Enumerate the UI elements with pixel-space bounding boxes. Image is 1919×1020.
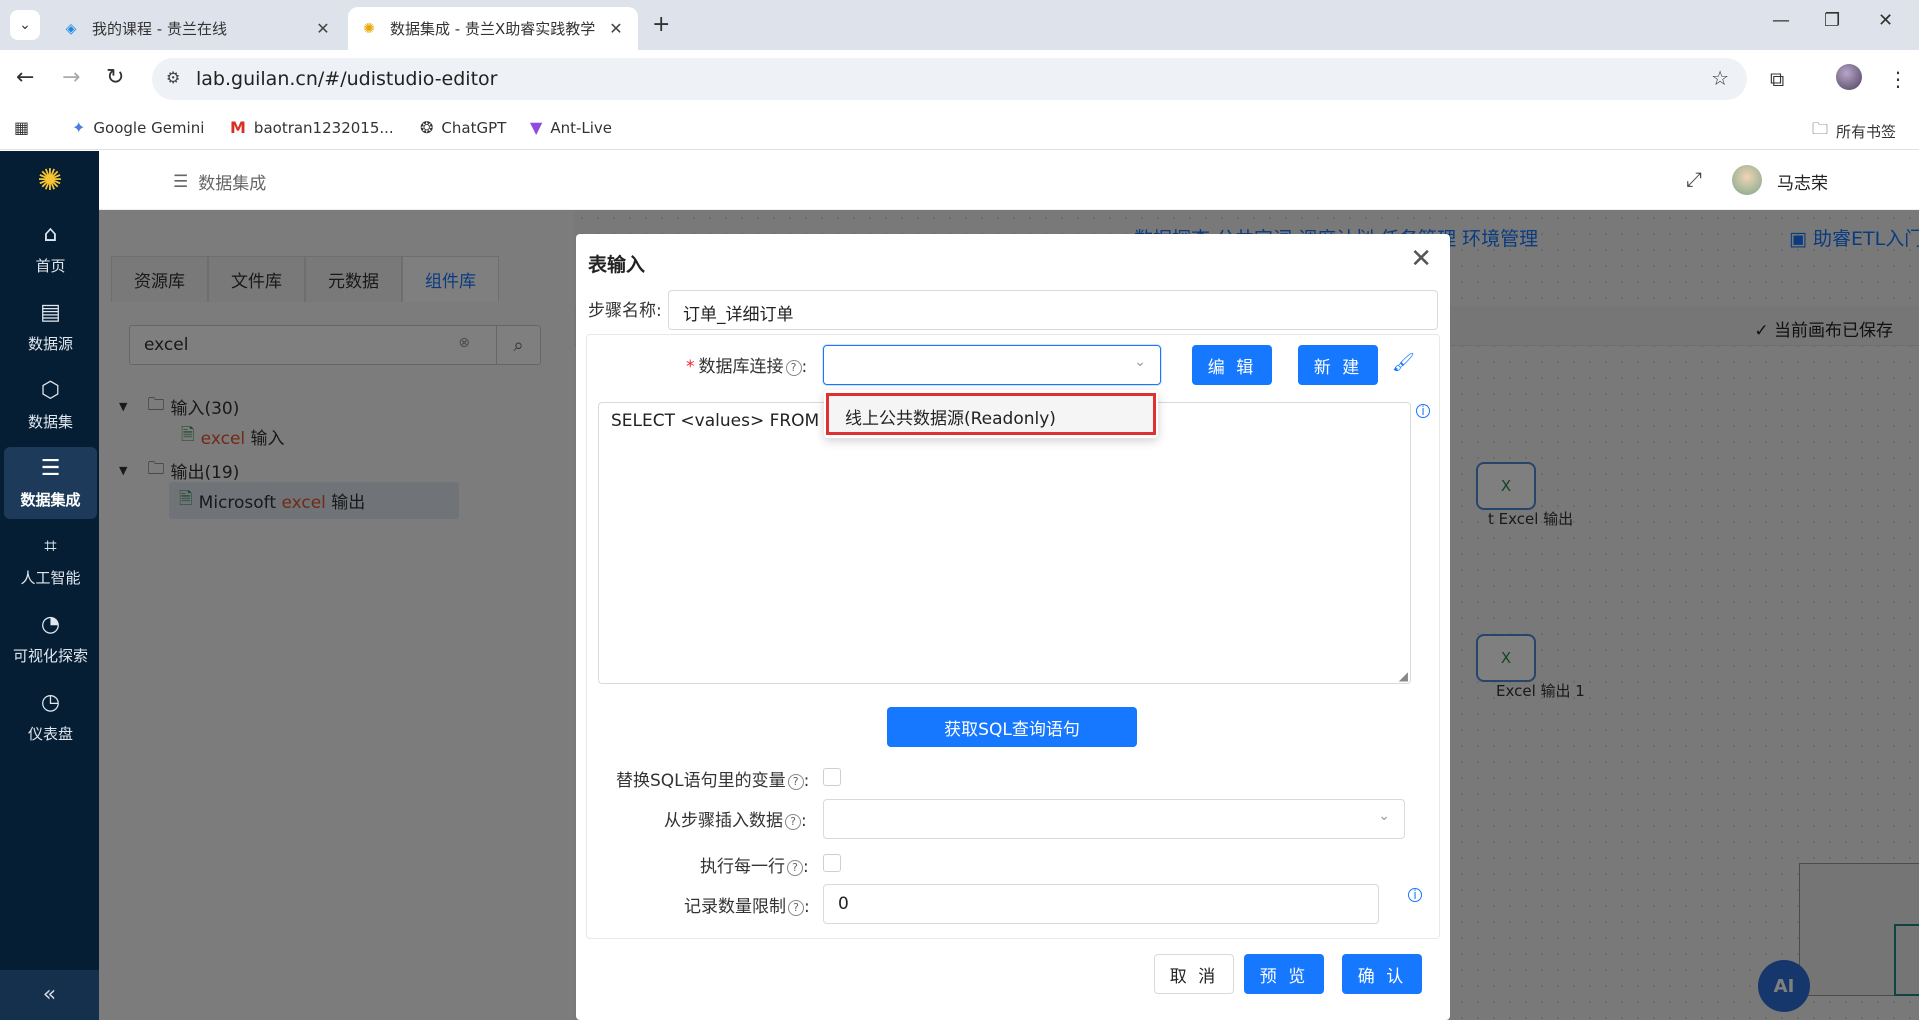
bookmark-chatgpt[interactable]: ❂ ChatGPT [420, 118, 506, 137]
tab-title: 数据集成 - 贵兰X助睿实践教学 [390, 20, 596, 38]
info-icon[interactable]: i [1416, 404, 1430, 418]
sidebar-item-ai[interactable]: ⌗ 人工智能 [4, 525, 97, 597]
help-icon[interactable]: ? [787, 860, 803, 876]
confirm-button[interactable]: 确 认 [1342, 954, 1422, 994]
app-sidebar: ✺ ⌂ 首页 ▤ 数据源 ⬡ 数据集 ☰ 数据集成 ⌗ 人工智能 ◔ 可视化探索… [0, 151, 99, 1020]
extensions-icon[interactable]: ⧉ [1770, 67, 1784, 91]
gauge-icon: ◷ [40, 690, 61, 715]
db-connection-dropdown: 线上公共数据源(Readonly) [824, 390, 1158, 438]
sidebar-item-dashboard[interactable]: ◷ 仪表盘 [4, 681, 97, 753]
dropdown-option-public-datasource[interactable]: 线上公共数据源(Readonly) [826, 393, 1156, 435]
help-icon[interactable]: ? [785, 360, 802, 376]
profile-avatar[interactable] [1836, 64, 1862, 90]
home-icon: ⌂ [43, 222, 58, 247]
sidebar-item-home[interactable]: ⌂ 首页 [4, 213, 97, 285]
gemini-icon: ✦ [72, 118, 86, 137]
cancel-button[interactable]: 取 消 [1154, 954, 1234, 994]
sidebar-collapse-icon[interactable]: « [0, 970, 99, 1020]
breadcrumb: ☰ 数据集成 [173, 171, 267, 195]
minimize-icon[interactable]: — [1772, 10, 1790, 31]
insert-from-step-label: 从步骤插入数据?: [664, 811, 807, 831]
new-button[interactable]: 新 建 [1298, 345, 1378, 385]
tab-search-button[interactable]: ⌄ [10, 10, 40, 40]
bookmark-antlive[interactable]: ▼ Ant-Live [530, 118, 612, 137]
edit-button[interactable]: 编 辑 [1192, 345, 1272, 385]
replace-vars-checkbox[interactable] [823, 768, 841, 786]
help-icon[interactable]: ? [788, 900, 804, 916]
cube-icon: ⬡ [40, 378, 61, 403]
browser-tab-courses[interactable]: ◈ 我的课程 - 贵兰在线 ✕ [50, 7, 345, 50]
close-icon[interactable]: ✕ [313, 19, 333, 38]
sidebar-item-data-integration[interactable]: ☰ 数据集成 [4, 447, 97, 519]
insert-from-step-select[interactable]: ⌄ [823, 799, 1405, 839]
gmail-icon: M [230, 118, 246, 137]
preview-button[interactable]: 预 览 [1244, 954, 1324, 994]
chatgpt-icon: ❂ [420, 118, 434, 137]
datasource-icon: ▤ [40, 300, 61, 325]
resize-handle-icon[interactable]: ◢ [1399, 669, 1408, 683]
table-input-dialog: 表输入 ✕ 步骤名称: 订单_详细订单 * 数据库连接?: ⌄ 编 辑 新 建 🖌… [576, 234, 1450, 1020]
folder-icon: 🗀 [1812, 119, 1829, 138]
close-icon[interactable]: ✕ [1410, 244, 1432, 274]
clear-brush-icon[interactable]: 🖌 [1392, 352, 1415, 373]
pie-icon: ◔ [40, 612, 61, 637]
address-bar-row: ← → ↻ ⚙ lab.guilan.cn/#/udistudio-editor… [0, 50, 1919, 108]
chevron-down-icon: ⌄ [19, 17, 31, 33]
ai-icon: ⌗ [44, 534, 57, 559]
db-connection-label: * 数据库连接?: [686, 357, 808, 377]
sql-editor[interactable]: SELECT <values> FROM <ta ◢ [598, 402, 1411, 684]
new-tab-icon[interactable]: + [652, 12, 670, 37]
url-text[interactable]: lab.guilan.cn/#/udistudio-editor [196, 68, 497, 90]
stack-icon: ☰ [40, 456, 61, 481]
replace-vars-label: 替换SQL语句里的变量?: [616, 771, 810, 791]
bookmark-star-icon[interactable]: ☆ [1711, 66, 1729, 90]
step-name-label: 步骤名称: [588, 301, 662, 321]
antlive-icon: ▼ [530, 118, 543, 137]
close-icon[interactable]: ✕ [606, 19, 626, 38]
apps-grid-icon[interactable]: ▦ [14, 118, 29, 137]
exec-each-row-label: 执行每一行?: [700, 857, 809, 877]
restore-icon[interactable]: ❐ [1824, 10, 1840, 31]
sidebar-item-datasource[interactable]: ▤ 数据源 [4, 291, 97, 363]
browser-tabstrip: ⌄ ◈ 我的课程 - 贵兰在线 ✕ ✺ 数据集成 - 贵兰X助睿实践教学 ✕ +… [0, 0, 1919, 50]
stack-icon: ☰ [173, 171, 189, 192]
info-icon[interactable]: i [1408, 888, 1422, 902]
sidebar-item-dataset[interactable]: ⬡ 数据集 [4, 369, 97, 441]
reload-icon[interactable]: ↻ [106, 66, 124, 90]
bookmarks-bar: ▦ ✦ Google Gemini Mbaotran1232015... ❂ Cha… [0, 108, 1919, 150]
record-limit-label: 记录数量限制?: [684, 897, 810, 917]
forward-icon[interactable]: → [62, 66, 80, 90]
user-name[interactable]: 马志荣 [1777, 169, 1828, 194]
fullscreen-icon[interactable]: ⤢ [1686, 167, 1702, 191]
menu-icon[interactable]: ⋮ [1888, 67, 1908, 91]
dialog-title: 表输入 [588, 254, 646, 276]
record-limit-input[interactable]: 0 [823, 884, 1379, 924]
site-logo-icon: ✺ [363, 20, 375, 37]
help-icon[interactable]: ? [785, 814, 801, 830]
chevron-down-icon: ⌄ [1378, 808, 1390, 824]
step-name-input[interactable]: 订单_详细订单 [668, 290, 1438, 330]
site-info-icon[interactable]: ⚙ [166, 68, 180, 87]
window-close-icon[interactable]: ✕ [1878, 10, 1893, 31]
chevron-down-icon: ⌄ [1134, 354, 1146, 370]
user-avatar[interactable] [1732, 165, 1762, 195]
browser-tab-data-integration[interactable]: ✺ 数据集成 - 贵兰X助睿实践教学 ✕ [348, 7, 638, 50]
app-logo-icon: ✺ [37, 163, 63, 198]
help-icon[interactable]: ? [787, 774, 804, 790]
back-icon[interactable]: ← [16, 66, 34, 90]
sidebar-item-visual-explore[interactable]: ◔ 可视化探索 [4, 603, 97, 675]
bookmark-gmail[interactable]: Mbaotran1232015... [230, 118, 394, 137]
tab-title: 我的课程 - 贵兰在线 [92, 20, 227, 38]
app-header: ☰ 数据集成 ⤢ 马志荣 [99, 151, 1919, 210]
bookmark-gemini[interactable]: ✦ Google Gemini [72, 118, 204, 137]
layers-icon: ◈ [65, 20, 77, 37]
omnibox[interactable]: ⚙ lab.guilan.cn/#/udistudio-editor ☆ [152, 58, 1747, 100]
get-sql-button[interactable]: 获取SQL查询语句 [887, 707, 1137, 747]
exec-each-row-checkbox[interactable] [823, 854, 841, 872]
db-connection-select[interactable]: ⌄ [823, 345, 1161, 385]
all-bookmarks[interactable]: 🗀 所有书签 [1812, 118, 1896, 145]
